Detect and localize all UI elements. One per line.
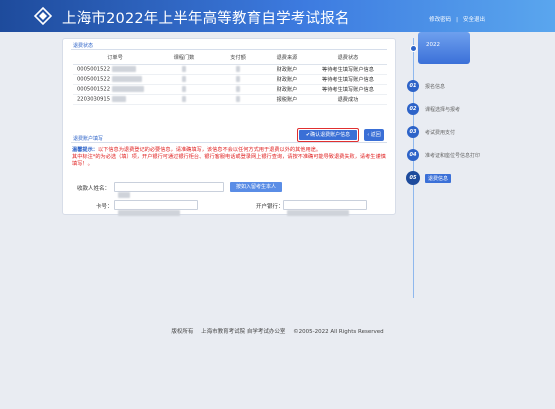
table-row: 0005001522 财政账户 等待考生填写账户信息 [73,84,387,95]
order-cell: 0005001522 [73,74,157,85]
page-footer: 版权所有 上海市教育考试院 自学考试办公室 ©2005-2022 All Rig… [171,329,384,335]
refund-account-title: 退费账户填写 [73,136,104,142]
section-divider [71,142,387,143]
status-cell: 退费成功 [309,94,387,105]
modify-password-link[interactable]: 修改密码 [429,17,451,23]
main-panel: 退费状态 订单号 课程门数 支付额 退费来源 退费状态 0005001522 财… [62,38,396,215]
confirm-refund-account-button[interactable]: ✔确认退费账户信息 [297,128,359,142]
bank-label: 开户银行： [256,204,284,210]
status-cell: 等待考生填写账户信息 [309,74,387,85]
source-cell: 财政账户 [265,64,309,75]
table-row: 0005001522 财政账户 等待考生填写账户信息 [73,64,387,75]
status-cell: 等待考生填写账户信息 [309,64,387,75]
table-row: 0005001522 财政账户 等待考生填写账户信息 [73,74,387,85]
logout-link[interactable]: 安全退出 [463,17,485,23]
col-amount: 支付额 [211,52,265,65]
section-divider [71,49,387,50]
source-cell: 财政账户 [265,74,309,85]
status-cell: 等待考生填写账户信息 [309,84,387,95]
bank-select[interactable] [283,200,367,216]
notice-text: 温馨提示：以下信息为退费登记的必要信息，请准确填写，该信息不会以任何方式用于退费… [72,147,386,167]
back-button[interactable]: ‹ 返回 [364,129,384,141]
col-courses: 课程门数 [157,52,211,65]
timeline-dot [410,45,417,52]
order-cell: 0005001522 [73,84,157,95]
card-number-input[interactable] [114,200,198,216]
top-links: 修改密码 | 安全退出 [429,17,485,23]
payee-name-label: 收款人姓名： [77,186,111,192]
order-cell: 2203030915 [73,94,157,105]
col-source: 退费来源 [265,52,309,65]
exam-logo-icon [33,6,53,26]
table-row: 2203030915 报税账户 退费成功 [73,94,387,105]
current-year-card: 2022 [418,32,470,64]
page-title: 上海市2022年上半年高等教育自学考试报名 [62,11,350,27]
timeline-line [413,38,414,298]
source-cell: 财政账户 [265,84,309,95]
col-status: 退费状态 [309,52,387,65]
order-cell: 0005001522 [73,64,157,75]
table-header-row: 订单号 课程门数 支付额 退费来源 退费状态 [73,52,387,65]
refund-status-title: 退费状态 [73,43,94,49]
refund-table: 订单号 课程门数 支付额 退费来源 退费状态 0005001522 财政账户 等… [73,52,387,105]
page-header: 上海市2022年上半年高等教育自学考试报名 修改密码 | 安全退出 [0,0,555,32]
payee-name-input[interactable] [114,182,224,198]
card-number-label: 卡号： [96,204,113,210]
col-order: 订单号 [73,52,157,65]
fill-self-button[interactable]: 按如入留考生本人 [230,182,282,192]
source-cell: 报税账户 [265,94,309,105]
